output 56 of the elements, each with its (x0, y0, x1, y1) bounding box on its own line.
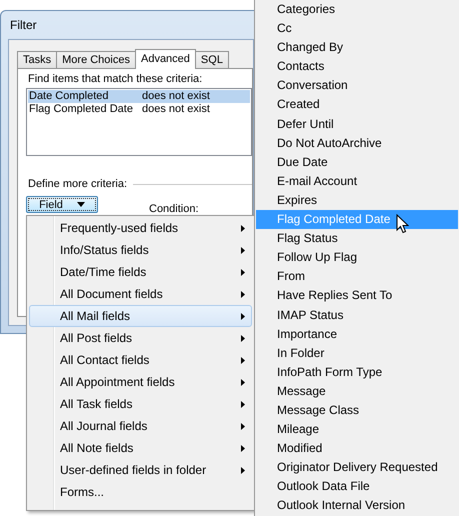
tab[interactable]: SQL (194, 51, 229, 69)
tab[interactable]: Tasks (17, 51, 58, 69)
menu-item[interactable]: In Folder (256, 344, 458, 363)
menu-item[interactable]: Outlook Internal Version (256, 496, 458, 516)
menu-item[interactable]: Contacts (256, 57, 458, 76)
menu-item[interactable]: Message Class (256, 400, 458, 420)
menu-item[interactable]: User-defined fields in folder (29, 459, 252, 481)
menu-item[interactable]: All Appointment fields (29, 371, 252, 393)
menu-item[interactable]: Forms... (29, 481, 252, 503)
menu-item[interactable]: All Contact fields (29, 349, 252, 371)
criteria-row[interactable]: Date Completed does not exist (28, 90, 250, 103)
define-label: Define more criteria: (27, 178, 128, 190)
menu-item[interactable]: All Journal fields (29, 415, 252, 437)
menu-item[interactable]: Expires (256, 190, 458, 210)
menu-item[interactable]: Defer Until (256, 114, 458, 134)
condition-cell-text: does not exist (141, 90, 211, 103)
menu-item[interactable]: Message (256, 382, 458, 401)
menu-item[interactable]: E-mail Account (256, 172, 458, 191)
field-cell-text: Date Completed (28, 90, 110, 103)
menu-item[interactable]: Date/Time fields (29, 261, 252, 283)
criteria-label: Find items that match these criteria: (27, 73, 204, 85)
menu-item[interactable]: Categories (256, 0, 458, 20)
menu-item[interactable]: All Note fields (29, 437, 252, 459)
caret-icon (76, 202, 85, 207)
menu-item[interactable]: All Task fields (29, 393, 252, 415)
field-button[interactable]: Field (26, 196, 98, 213)
criteria-row[interactable]: Flag Completed Date does not exist (28, 103, 250, 116)
menu-item[interactable]: Frequently-used fields (29, 217, 252, 239)
menu-item[interactable]: Outlook Data File (256, 477, 458, 496)
menu-item[interactable]: Flag Status (256, 229, 458, 248)
menu-item[interactable]: Cc (256, 19, 458, 38)
menu-item[interactable]: Do Not AutoArchive (256, 134, 458, 153)
menu-item[interactable]: Modified (256, 439, 458, 458)
menu-item[interactable]: Importance (256, 324, 458, 344)
condition-cell-text: does not exist (141, 103, 211, 116)
menu-item[interactable]: Due Date (256, 152, 458, 172)
tab[interactable]: Advanced (134, 49, 196, 69)
mouse-cursor-icon (396, 214, 409, 234)
menu-item[interactable]: Info/Status fields (29, 239, 252, 261)
menu-item[interactable]: Originator Delivery Requested (256, 458, 458, 478)
condition-label: Condition: (149, 203, 199, 215)
menu-item[interactable]: Have Replies Sent To (256, 286, 458, 306)
window-title: Filter (9, 17, 37, 34)
menu-item[interactable]: InfoPath Form Type (256, 362, 458, 382)
menu-item[interactable]: All Post fields (29, 327, 252, 349)
menu-item[interactable]: Follow Up Flag (256, 248, 458, 268)
menu-item[interactable]: Conversation (256, 76, 458, 96)
menu-item[interactable]: All Document fields (29, 283, 252, 305)
menu-item[interactable]: Created (256, 95, 458, 115)
menu-item[interactable]: From (256, 267, 458, 286)
menu-item[interactable]: IMAP Status (256, 306, 458, 325)
field-cell-text: Flag Completed Date (28, 103, 134, 116)
menu-item[interactable]: Mileage (256, 420, 458, 440)
menu-item[interactable]: All Mail fields (29, 305, 252, 327)
tab[interactable]: More Choices (56, 51, 136, 69)
menu-item[interactable]: Changed By (256, 38, 458, 58)
